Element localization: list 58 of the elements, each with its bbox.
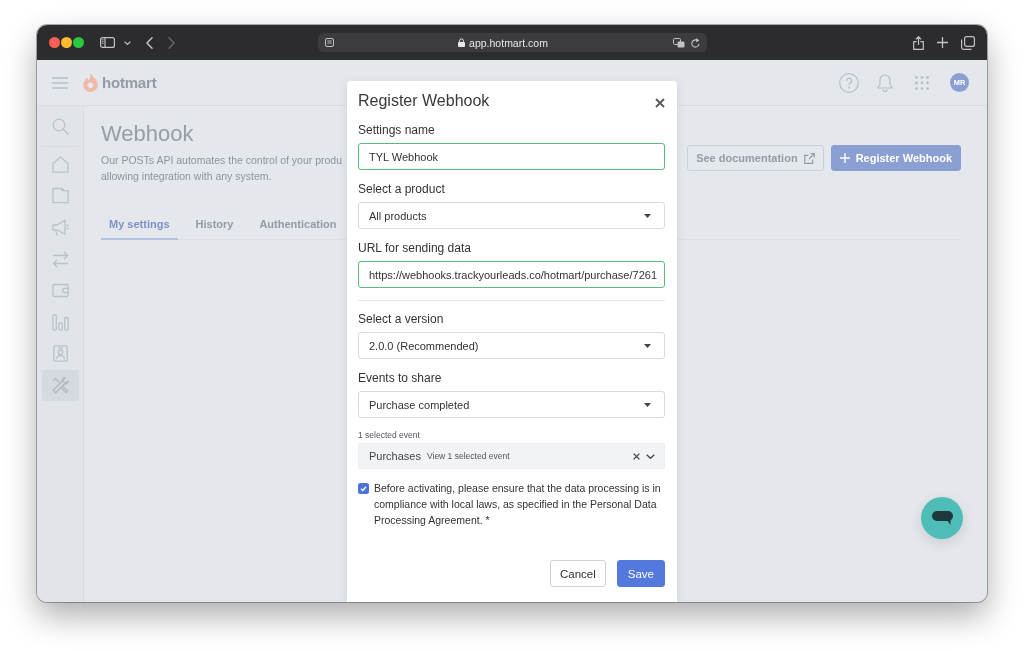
text-input[interactable]: TYL Webhook <box>358 143 665 170</box>
page-description: Our POSTs API automates the control of your produ <box>101 153 343 168</box>
selected-events-field[interactable]: Purchases View 1 selected event <box>358 443 665 469</box>
window-maximize-icon[interactable] <box>73 37 84 48</box>
chat-bubble-icon <box>931 511 953 525</box>
contact-card-icon <box>52 345 69 363</box>
lock-icon <box>458 38 466 47</box>
tools-icon <box>52 377 69 395</box>
tab-overview-icon[interactable] <box>961 35 975 50</box>
chat-button[interactable] <box>921 497 963 539</box>
clear-icon[interactable] <box>633 452 640 460</box>
folder-icon <box>52 187 69 205</box>
select-field[interactable]: All products <box>358 202 665 229</box>
external-link-icon <box>803 152 815 164</box>
consent-checkbox[interactable] <box>358 483 369 494</box>
window-close-icon[interactable] <box>49 37 60 48</box>
url-text: app.hotmart.com <box>469 36 548 49</box>
caret-icon <box>644 213 651 218</box>
page-description: allowing integration with any system. <box>101 169 272 184</box>
back-icon[interactable] <box>146 36 153 49</box>
selection-caption: 1 selected event <box>358 430 420 440</box>
caret-icon <box>644 402 651 407</box>
address-bar[interactable]: app.hotmart.com <box>317 33 707 52</box>
bar-chart-icon <box>52 313 69 331</box>
view-events-link[interactable]: View 1 selected event <box>427 451 510 461</box>
plus-icon[interactable] <box>937 37 948 48</box>
window-minimize-icon[interactable] <box>61 37 72 48</box>
translate-icon[interactable] <box>672 37 685 48</box>
select-field[interactable]: 2.0.0 (Recommended) <box>358 332 665 359</box>
close-icon[interactable] <box>655 98 665 108</box>
plus-icon <box>839 153 850 163</box>
home-icon <box>52 155 69 173</box>
megaphone-icon <box>52 219 69 237</box>
caret-icon <box>644 343 651 348</box>
field-label: Select a product <box>358 182 445 196</box>
share-icon[interactable] <box>913 35 924 50</box>
field-label: URL for sending data <box>358 241 471 255</box>
chevron-down-icon[interactable] <box>124 40 131 45</box>
reload-icon[interactable] <box>690 37 700 48</box>
field-label: Settings name <box>358 123 435 137</box>
sidebar-icon[interactable] <box>100 37 115 48</box>
logo-text: hotmart <box>102 74 157 91</box>
consent-text: Before activating, please ensure that the data processing is in compliance with local laws, as specified in the Personal Data Processing Agreement. * <box>374 481 662 528</box>
page-icon[interactable] <box>324 38 334 47</box>
select-field[interactable]: Purchase completed <box>358 391 665 418</box>
wallet-icon <box>52 282 69 300</box>
text-input[interactable]: https://webhooks.trackyourleads.co/hotmart/purchase/7261 <box>358 261 665 288</box>
search-icon <box>52 118 69 136</box>
save-button[interactable]: Save <box>616 560 665 587</box>
chevron-down-icon[interactable] <box>646 453 655 459</box>
page-title: Webhook <box>101 121 194 147</box>
field-label: Events to share <box>358 371 442 385</box>
flame-icon <box>83 73 98 92</box>
cancel-button[interactable]: Cancel <box>549 560 606 587</box>
event-group-label: Purchases <box>369 450 421 462</box>
modal-title: Register Webhook <box>358 91 490 111</box>
exchange-arrows-icon <box>52 250 69 268</box>
field-label: Select a version <box>358 312 444 326</box>
